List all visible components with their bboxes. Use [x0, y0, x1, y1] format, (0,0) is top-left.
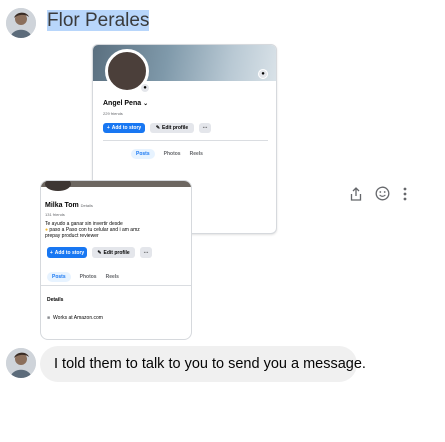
pencil-icon: ✎ [97, 249, 102, 256]
edit-profile-button[interactable]: ✎ Edit profile [92, 247, 135, 258]
tab-reels[interactable]: Reels [106, 274, 119, 280]
briefcase-icon: ■ [47, 315, 51, 321]
works-at-row: ■ Works at Amazon.com [47, 315, 103, 321]
tab-photos[interactable]: Photos [80, 274, 97, 280]
profile-name: Milka Tom [45, 202, 79, 209]
sender-name-text: Flor Perales [47, 10, 150, 31]
plus-icon: + [106, 125, 110, 131]
profile-picture [45, 181, 71, 191]
tab-posts[interactable]: Posts [47, 272, 71, 282]
react-icon[interactable] [375, 186, 390, 201]
friends-count: 229 friends [103, 111, 123, 116]
tab-photos[interactable]: Photos [164, 151, 181, 157]
tab-posts[interactable]: Posts [131, 149, 155, 159]
pencil-icon: ✎ [155, 125, 161, 131]
message-text: I told them to talk to you to send you a… [54, 356, 366, 372]
profile-screenshot-bottom[interactable]: Milka Tom Details 131 friends Te ayudo a… [40, 180, 192, 340]
message-actions [350, 186, 407, 201]
profile-name: Angel Pena [103, 100, 142, 107]
plus-icon: + [49, 249, 53, 256]
details-link[interactable]: Details [81, 203, 93, 208]
sender-avatar[interactable] [6, 8, 36, 38]
share-icon[interactable] [350, 186, 362, 201]
edit-profile-button[interactable]: ✎ Edit profile [150, 123, 194, 133]
tab-reels[interactable]: Reels [190, 151, 203, 157]
more-button[interactable]: ⋯ [140, 247, 152, 258]
chevron-down-icon: ⌄ [143, 101, 149, 107]
friends-count: 131 friends [45, 212, 65, 217]
message-bubble[interactable]: I told them to talk to you to send you a… [40, 346, 366, 382]
more-options-icon[interactable] [403, 187, 407, 201]
add-story-button[interactable]: + Add to story [47, 247, 87, 258]
more-button[interactable]: ⋯ [199, 123, 211, 133]
sender-name[interactable]: Flor Perales [44, 8, 152, 34]
sender-avatar[interactable] [6, 348, 36, 378]
details-heading: Details [47, 297, 64, 303]
intro-text: Te ayudo a ganar sin invertir desde ● pa… [45, 221, 140, 239]
camera-icon: ● [140, 83, 150, 93]
add-story-button[interactable]: + Add to story [103, 123, 145, 133]
camera-icon: ● [258, 69, 268, 79]
